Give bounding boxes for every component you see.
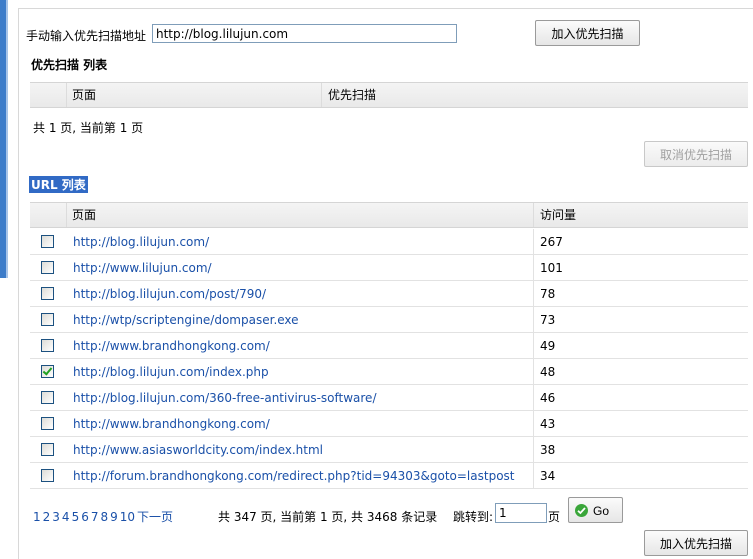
url-link[interactable]: http://www.brandhongkong.com/ <box>73 411 270 437</box>
url-table-header: 页面 访问量 <box>30 202 748 228</box>
table-row: http://blog.lilujun.com/post/790/ 78 <box>30 281 748 307</box>
visit-count: 73 <box>540 313 556 327</box>
row-checkbox[interactable] <box>41 339 54 352</box>
add-priority-scan-button-bottom[interactable]: 加入优先扫描 <box>644 530 748 556</box>
page-link-10[interactable]: 10 <box>120 510 135 524</box>
table-row: http://wtp/scriptengine/dompaser.exe 73 <box>30 307 748 333</box>
url-col-visits: 访问量 <box>540 208 577 222</box>
table-row: http://forum.brandhongkong.com/redirect.… <box>30 463 748 489</box>
visit-count: 38 <box>540 443 556 457</box>
table-row: http://www.brandhongkong.com/ 43 <box>30 411 748 437</box>
url-link[interactable]: http://blog.lilujun.com/ <box>73 229 209 255</box>
priority-col-priority: 优先扫描 <box>328 88 377 102</box>
jump-page-input[interactable] <box>495 503 547 523</box>
check-circle-icon <box>575 503 588 517</box>
url-list-title: URL 列表 <box>29 176 88 193</box>
page-link-1[interactable]: 1 <box>33 510 41 524</box>
visit-count: 101 <box>540 261 563 275</box>
url-link[interactable]: http://wtp/scriptengine/dompaser.exe <box>73 307 299 333</box>
row-checkbox[interactable] <box>41 287 54 300</box>
visit-count: 48 <box>540 365 556 379</box>
manual-url-label: 手动输入优先扫描地址 <box>26 29 147 43</box>
jump-label: 跳转到: <box>453 510 494 524</box>
table-row: http://www.lilujun.com/ 101 <box>30 255 748 281</box>
url-link[interactable]: http://blog.lilujun.com/post/790/ <box>73 281 266 307</box>
priority-page-summary: 共 1 页, 当前第 1 页 <box>33 121 144 135</box>
table-row: http://blog.lilujun.com/index.php 48 <box>30 359 748 385</box>
url-link[interactable]: http://www.brandhongkong.com/ <box>73 333 270 359</box>
url-link[interactable]: http://www.lilujun.com/ <box>73 255 212 281</box>
jump-unit: 页 <box>548 510 561 524</box>
row-checkbox[interactable] <box>41 443 54 456</box>
url-col-page: 页面 <box>72 208 97 222</box>
visit-count: 78 <box>540 287 556 301</box>
url-link[interactable]: http://blog.lilujun.com/360-free-antivir… <box>73 385 376 411</box>
pager-summary: 共 347 页, 当前第 1 页, 共 3468 条记录 <box>218 510 438 524</box>
row-checkbox[interactable] <box>41 469 54 482</box>
url-link[interactable]: http://blog.lilujun.com/index.php <box>73 359 269 385</box>
table-row: http://www.brandhongkong.com/ 49 <box>30 333 748 359</box>
visit-count: 43 <box>540 417 556 431</box>
priority-col-page: 页面 <box>72 88 97 102</box>
row-checkbox[interactable] <box>41 391 54 404</box>
visit-count: 49 <box>540 339 556 353</box>
page-link-7[interactable]: 7 <box>91 510 99 524</box>
page-link-6[interactable]: 6 <box>81 510 89 524</box>
row-checkbox[interactable] <box>41 261 54 274</box>
go-label: Go <box>593 503 610 518</box>
go-button[interactable]: Go <box>568 497 623 523</box>
page-link-5[interactable]: 5 <box>72 510 80 524</box>
table-row: http://blog.lilujun.com/360-free-antivir… <box>30 385 748 411</box>
cancel-priority-scan-button[interactable]: 取消优先扫描 <box>644 141 748 167</box>
window-edge-strip <box>0 0 8 278</box>
page-link-9[interactable]: 9 <box>110 510 118 524</box>
priority-url-input[interactable] <box>152 24 457 43</box>
priority-table-header: 页面 优先扫描 <box>30 82 748 108</box>
page-link-2[interactable]: 2 <box>43 510 51 524</box>
table-row: http://www.asiasworldcity.com/index.html… <box>30 437 748 463</box>
url-link[interactable]: http://www.asiasworldcity.com/index.html <box>73 437 323 463</box>
add-priority-scan-button-top[interactable]: 加入优先扫描 <box>535 20 640 46</box>
visit-count: 46 <box>540 391 556 405</box>
priority-list-title: 优先扫描 列表 <box>31 58 108 72</box>
url-link[interactable]: http://forum.brandhongkong.com/redirect.… <box>73 463 515 489</box>
row-checkbox[interactable] <box>41 313 54 326</box>
page-link-8[interactable]: 8 <box>100 510 108 524</box>
page-link-3[interactable]: 3 <box>52 510 60 524</box>
page-link-4[interactable]: 4 <box>62 510 70 524</box>
pagination: 1 2 3 4 5 6 7 8 9 10 下一页 <box>33 508 175 525</box>
next-page-link[interactable]: 下一页 <box>137 510 173 524</box>
table-row: http://blog.lilujun.com/ 267 <box>30 229 748 255</box>
row-checkbox[interactable] <box>41 235 54 248</box>
visit-count: 267 <box>540 235 563 249</box>
row-checkbox[interactable] <box>41 417 54 430</box>
row-checkbox-checked[interactable] <box>41 365 54 378</box>
visit-count: 34 <box>540 469 556 483</box>
